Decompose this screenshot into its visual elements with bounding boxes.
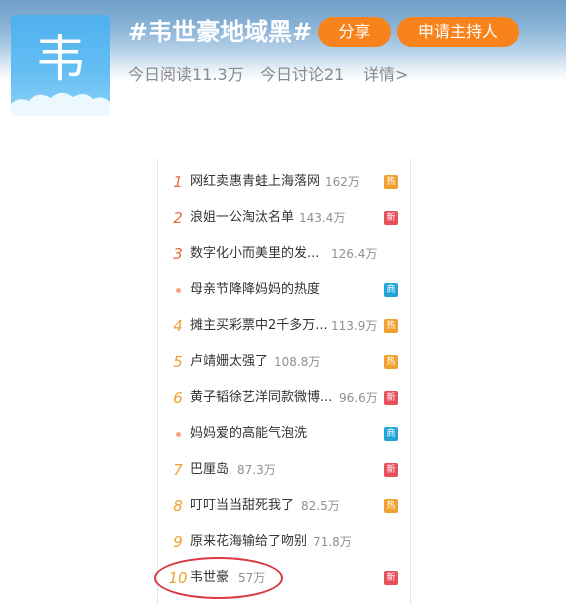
topic-avatar: 韦 xyxy=(11,15,110,116)
item-title[interactable]: 妈妈爱的高能气泡洗 xyxy=(190,422,307,446)
rank-number: 3 xyxy=(173,245,183,263)
list-item[interactable]: 3 数字化小而美里的发... 126.4万 xyxy=(158,242,410,266)
new-badge: 新 xyxy=(384,571,398,585)
rank-number: 4 xyxy=(173,317,183,335)
promoted-dot xyxy=(176,432,181,437)
cloud-icon xyxy=(11,92,110,116)
rank-number: 2 xyxy=(173,209,183,227)
heat-count: 108.8万 xyxy=(274,355,321,369)
list-item[interactable]: 8 叮叮当当甜死我了 82.5万 热 xyxy=(158,494,410,518)
item-title[interactable]: 巴厘岛 xyxy=(190,458,229,482)
hot-search-list: 1 网红卖惠青蛙上海落网 162万 热 2 浪姐一公淘汰名单 143.4万 新 … xyxy=(157,158,411,604)
topic-title: #韦世豪地域黑# xyxy=(128,18,313,46)
highlight-circle xyxy=(154,557,283,599)
list-item[interactable]: 4 摊主买彩票中2千多万... 113.9万 热 xyxy=(158,314,410,338)
hot-badge: 热 xyxy=(384,499,398,513)
heat-count: 96.6万 xyxy=(339,391,378,405)
item-title[interactable]: 数字化小而美里的发... xyxy=(190,242,319,266)
list-item[interactable]: 5 卢靖姗太强了 108.8万 热 xyxy=(158,350,410,374)
hot-badge: 热 xyxy=(384,175,398,189)
item-title[interactable]: 母亲节降降妈妈的热度 xyxy=(190,278,320,302)
business-badge: 商 xyxy=(384,283,398,297)
heat-count: 126.4万 xyxy=(331,247,378,261)
new-badge: 新 xyxy=(384,391,398,405)
item-title[interactable]: 叮叮当当甜死我了 xyxy=(190,494,294,518)
item-title[interactable]: 黄子韬徐艺洋同款微博... xyxy=(190,386,332,410)
list-item[interactable]: 2 浪姐一公淘汰名单 143.4万 新 xyxy=(158,206,410,230)
heat-count: 113.9万 xyxy=(331,319,378,333)
new-badge: 新 xyxy=(384,463,398,477)
list-item[interactable]: 妈妈爱的高能气泡洗 商 xyxy=(158,422,410,446)
item-title[interactable]: 浪姐一公淘汰名单 xyxy=(190,206,294,230)
rank-number: 8 xyxy=(173,497,183,515)
list-item[interactable]: 7 巴厘岛 87.3万 新 xyxy=(158,458,410,482)
item-title[interactable]: 卢靖姗太强了 xyxy=(190,350,268,374)
heat-count: 71.8万 xyxy=(313,535,352,549)
today-reads: 今日阅读11.3万 xyxy=(128,65,244,84)
detail-link[interactable]: 详情> xyxy=(363,63,408,87)
item-title[interactable]: 网红卖惠青蛙上海落网 xyxy=(190,170,320,194)
today-discussions: 今日讨论21 xyxy=(260,65,345,84)
rank-number: 5 xyxy=(173,353,183,371)
list-item[interactable]: 6 黄子韬徐艺洋同款微博... 96.6万 新 xyxy=(158,386,410,410)
rank-number: 6 xyxy=(173,389,183,407)
heat-count: 87.3万 xyxy=(237,463,276,477)
rank-number: 1 xyxy=(173,173,183,191)
heat-count: 143.4万 xyxy=(299,211,346,225)
hot-badge: 热 xyxy=(384,355,398,369)
item-title[interactable]: 摊主买彩票中2千多万... xyxy=(190,314,328,338)
new-badge: 新 xyxy=(384,211,398,225)
business-badge: 商 xyxy=(384,427,398,441)
heat-count: 82.5万 xyxy=(301,499,340,513)
apply-host-button[interactable]: 申请主持人 xyxy=(397,17,519,47)
item-title[interactable]: 原来花海输给了吻别 xyxy=(190,530,307,554)
rank-number: 7 xyxy=(173,461,183,479)
rank-number: 9 xyxy=(173,533,183,551)
share-button[interactable]: 分享 xyxy=(318,17,391,47)
promoted-dot xyxy=(176,288,181,293)
list-item[interactable]: 1 网红卖惠青蛙上海落网 162万 热 xyxy=(158,170,410,194)
avatar-character: 韦 xyxy=(35,30,86,88)
hot-badge: 热 xyxy=(384,319,398,333)
list-item[interactable]: 9 原来花海输给了吻别 71.8万 xyxy=(158,530,410,554)
heat-count: 162万 xyxy=(325,175,360,189)
list-item[interactable]: 母亲节降降妈妈的热度 商 xyxy=(158,278,410,302)
